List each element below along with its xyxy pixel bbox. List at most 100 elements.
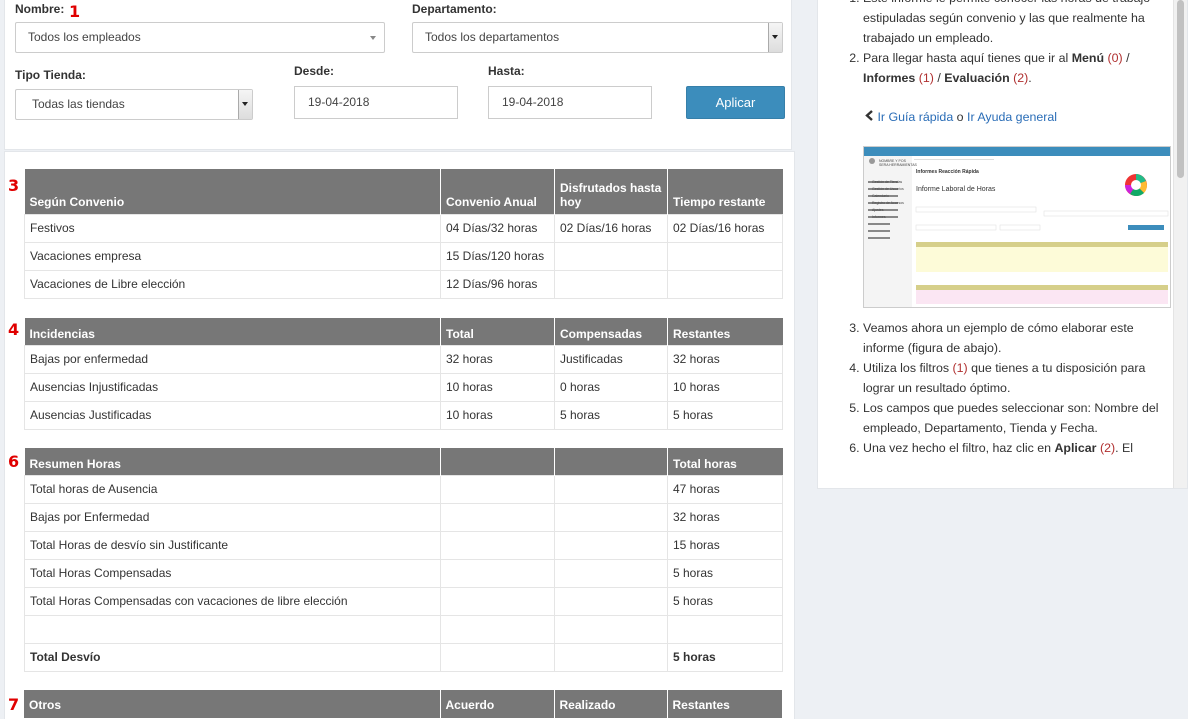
table-cell	[554, 269, 668, 299]
table-cell	[554, 586, 668, 616]
table-cell: Total Horas Compensadas	[24, 558, 441, 588]
table-cell: 12 Días/96 horas	[440, 269, 555, 299]
help-steps: Este informe le permite conocer las hora…	[818, 0, 1173, 88]
desde-label: Desde:	[294, 64, 335, 78]
table-cell: Ausencias Justificadas	[24, 400, 441, 430]
help-step: Este informe le permite conocer las hora…	[863, 0, 1173, 48]
apply-button[interactable]: Aplicar	[686, 86, 785, 119]
table-cell: 32 horas	[440, 344, 555, 374]
table-row: Total Horas Compensadas 5 horas	[24, 558, 783, 588]
table-cell	[440, 586, 555, 616]
table-header-row: Según Convenio Convenio Anual Disfrutado…	[24, 169, 783, 214]
column-header: Restantes	[667, 318, 783, 345]
guide-links: Ir Guía rápida o Ir Ayuda general	[818, 107, 1173, 127]
scrollbar-thumb[interactable]	[1177, 0, 1184, 178]
nombre-marker: 1	[69, 2, 81, 21]
help-scrollbar[interactable]	[1173, 0, 1187, 488]
departamento-select-value: Todos los departamentos	[425, 30, 560, 44]
table-cell: 15 Días/120 horas	[440, 241, 555, 271]
incidencias-table: Incidencias Total Compensadas Restantes …	[24, 318, 783, 430]
table-row: Bajas por enfermedad 32 horas Justificad…	[24, 344, 783, 374]
tipo-tienda-select[interactable]: Todas las tiendas	[15, 89, 253, 120]
thumbnail-title: Informes Reacción Rápida	[916, 169, 979, 175]
table-cell: 10 horas	[440, 400, 555, 430]
column-header: Total horas	[667, 448, 783, 475]
table-cell: Total horas de Ausencia	[24, 474, 441, 504]
thumbnail-image	[864, 147, 1170, 307]
table-row: Total Horas de desvío sin Justificante 1…	[24, 530, 783, 560]
table-header-row: Otros Acuerdo Realizado Restantes	[24, 690, 782, 718]
table-cell	[667, 241, 783, 271]
table-row-empty	[24, 614, 783, 644]
table-cell	[554, 530, 668, 560]
chevron-down-icon	[370, 36, 376, 40]
table-header-row: Incidencias Total Compensadas Restantes	[24, 318, 783, 345]
thumbnail-user: NOMBRE Y POS SERA HERRAMIENTAS	[879, 159, 917, 167]
dropdown-button[interactable]	[768, 23, 782, 52]
column-header	[440, 448, 555, 475]
table-cell: 04 Días/32 horas	[440, 213, 555, 243]
help-step: Los campos que puedes seleccionar son: N…	[863, 398, 1173, 438]
table-cell: 02 Días/16 horas	[554, 213, 668, 243]
table-cell: Total Horas Compensadas con vacaciones d…	[24, 586, 441, 616]
table-cell: 5 horas	[667, 400, 783, 430]
table-cell: 47 horas	[667, 474, 783, 504]
hasta-label: Hasta:	[488, 64, 525, 78]
dropdown-button[interactable]	[238, 90, 252, 119]
report-panel: 3 Según Convenio Convenio Anual Disfruta…	[4, 151, 795, 719]
column-header: Otros	[24, 690, 441, 718]
table-row: Total Horas Compensadas con vacaciones d…	[24, 586, 783, 616]
resumen-table: Resumen Horas Total horas Total horas de…	[24, 448, 783, 672]
table-row: Bajas por Enfermedad 32 horas	[24, 502, 783, 532]
tipo-tienda-select-value: Todas las tiendas	[32, 97, 125, 111]
departamento-select[interactable]: Todos los departamentos	[412, 22, 783, 53]
table-cell	[667, 269, 783, 299]
column-header: Convenio Anual	[440, 169, 555, 214]
guia-rapida-link[interactable]: Ir Guía rápida	[877, 110, 953, 124]
table-cell: 15 horas	[667, 530, 783, 560]
table-cell: Vacaciones empresa	[24, 241, 441, 271]
hasta-date-input[interactable]: 19-04-2018	[488, 86, 652, 119]
table-cell	[554, 474, 668, 504]
column-header: Restantes	[667, 690, 782, 718]
chevron-left-icon	[865, 107, 874, 127]
thumbnail-apply: Aplicar	[1132, 233, 1143, 237]
table-cell: 32 horas	[667, 344, 783, 374]
table-row: Ausencias Justificadas 10 horas 5 horas …	[24, 400, 783, 430]
table-cell: Total Horas de desvío sin Justificante	[24, 530, 441, 560]
help-step: Veamos ahora un ejemplo de cómo elaborar…	[863, 318, 1173, 358]
table-cell	[440, 502, 555, 532]
tipo-tienda-label: Tipo Tienda:	[15, 68, 86, 82]
ayuda-general-link[interactable]: Ir Ayuda general	[967, 110, 1057, 124]
otros-table: Otros Acuerdo Realizado Restantes	[24, 690, 782, 718]
chevron-down-icon	[772, 35, 778, 39]
table-cell: Festivos	[24, 213, 441, 243]
section-marker-4: 4	[8, 320, 20, 339]
table-row: Vacaciones de Libre elección 12 Días/96 …	[24, 269, 783, 299]
help-step: Utiliza los filtros (1) que tienes a tu …	[863, 358, 1173, 398]
desde-date-input[interactable]: 19-04-2018	[294, 86, 458, 119]
convenio-table: Según Convenio Convenio Anual Disfrutado…	[24, 169, 783, 299]
table-cell	[554, 502, 668, 532]
table-cell	[440, 530, 555, 560]
column-header: Tiempo restante	[667, 169, 783, 214]
nombre-select[interactable]: Todos los empleados	[15, 22, 385, 53]
column-header: Disfrutados hasta hoy	[554, 169, 668, 214]
table-cell: 32 horas	[667, 502, 783, 532]
help-panel[interactable]: Este informe le permite conocer las hora…	[817, 0, 1188, 489]
table-cell: 10 horas	[667, 372, 783, 402]
table-row: Festivos 04 Días/32 horas 02 Días/16 hor…	[24, 213, 783, 243]
table-cell: Bajas por enfermedad	[24, 344, 441, 374]
chevron-down-icon	[242, 102, 248, 106]
nombre-label: Nombre:	[15, 2, 65, 16]
table-cell: 10 horas	[440, 372, 555, 402]
table-cell: 5 horas	[554, 400, 668, 430]
table-cell: Bajas por Enfermedad	[24, 502, 441, 532]
table-cell: 02 Días/16 horas	[667, 213, 783, 243]
table-cell: 5 horas	[667, 586, 783, 616]
help-step: Una vez hecho el filtro, haz clic en Apl…	[863, 438, 1173, 458]
section-marker-3: 3	[8, 176, 20, 195]
column-header: Total	[440, 318, 555, 345]
total-desvio-value: 5 horas	[667, 642, 783, 672]
table-row: Vacaciones empresa 15 Días/120 horas	[24, 241, 783, 271]
